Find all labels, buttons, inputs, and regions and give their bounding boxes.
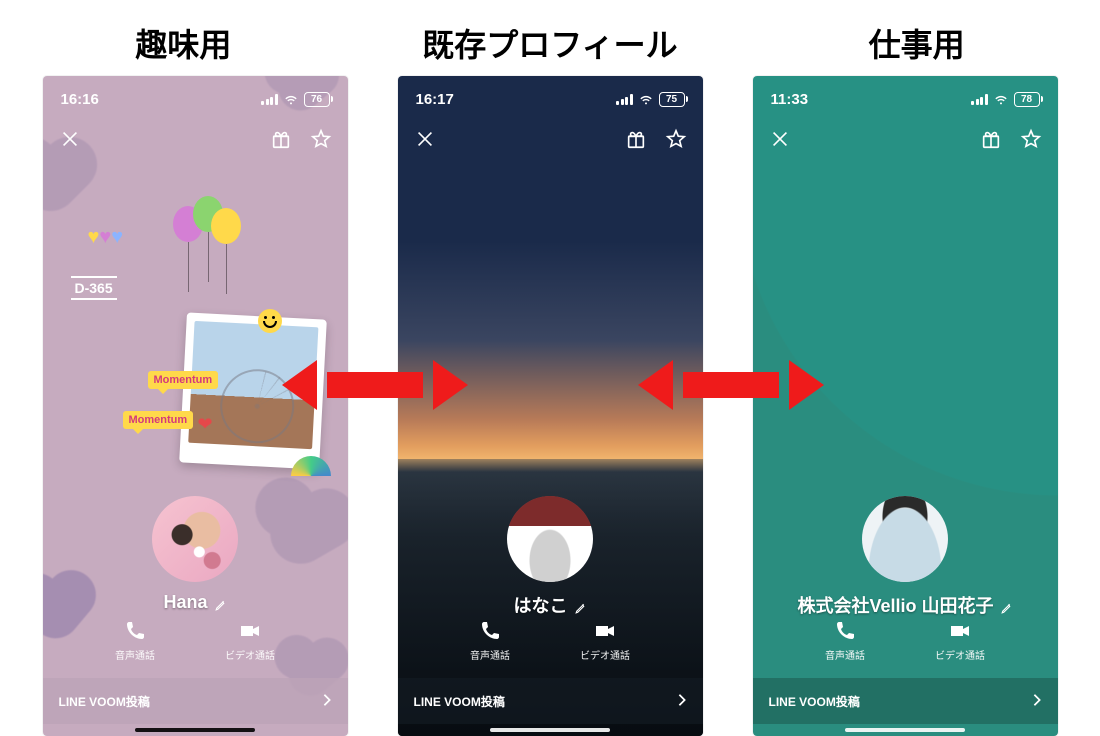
voom-bar[interactable]: LINE VOOM投稿: [398, 678, 703, 724]
chevron-right-icon: [322, 693, 332, 710]
video-icon: [238, 619, 262, 643]
swap-arrow-right-2: [724, 360, 814, 410]
phones-row: 16:16 76 ♥♥♥ D-365 Momentum Momentum ❤: [0, 76, 1100, 736]
top-icons: [43, 122, 348, 150]
video-call-button[interactable]: ビデオ通話: [580, 619, 630, 662]
chevron-right-icon: [677, 693, 687, 710]
wifi-icon: [638, 94, 654, 105]
momentum-sticker-2: Momentum: [123, 411, 194, 429]
gift-icon[interactable]: [270, 128, 292, 150]
smiley-sticker: [258, 309, 282, 333]
profile-block: はなこ: [398, 496, 703, 618]
voice-call-button[interactable]: 音声通話: [470, 619, 510, 662]
profile-name-row[interactable]: はなこ: [514, 592, 587, 618]
status-bar: 16:16 76: [43, 76, 348, 122]
video-call-label: ビデオ通話: [580, 647, 630, 662]
battery-icon: 75: [659, 92, 685, 107]
profile-name: 株式会社Vellio 山田花子: [797, 592, 993, 618]
chevron-right-icon: [1032, 693, 1042, 710]
home-indicator: [845, 728, 965, 732]
edit-name-icon[interactable]: [1000, 599, 1013, 612]
star-icon[interactable]: [310, 128, 332, 150]
profile-name: はなこ: [514, 592, 568, 618]
phone-icon: [478, 619, 502, 643]
signal-icon: [616, 94, 633, 105]
status-time: 11:33: [771, 91, 809, 108]
profile-block: 株式会社Vellio 山田花子: [753, 496, 1058, 618]
close-icon[interactable]: [414, 128, 436, 150]
voom-bar[interactable]: LINE VOOM投稿: [753, 678, 1058, 724]
voom-label: LINE VOOM投稿: [414, 693, 505, 710]
wifi-icon: [993, 94, 1009, 105]
video-call-button[interactable]: ビデオ通話: [935, 619, 985, 662]
profile-block: Hana: [43, 496, 348, 613]
header-work: 仕事用: [733, 20, 1099, 66]
gift-icon[interactable]: [980, 128, 1002, 150]
close-icon[interactable]: [59, 128, 81, 150]
status-time: 16:16: [61, 91, 99, 108]
avatar[interactable]: [507, 496, 593, 582]
header-existing: 既存プロフィール: [367, 20, 733, 66]
signal-icon: [971, 94, 988, 105]
top-icons: [398, 122, 703, 150]
momentum-sticker-1: Momentum: [148, 371, 219, 389]
edit-name-icon[interactable]: [214, 596, 227, 609]
voice-call-label: 音声通話: [470, 647, 510, 662]
star-icon[interactable]: [665, 128, 687, 150]
status-bar: 16:17 75: [398, 76, 703, 122]
voom-label: LINE VOOM投稿: [59, 693, 150, 710]
battery-icon: 78: [1014, 92, 1040, 107]
signal-icon: [261, 94, 278, 105]
video-call-label: ビデオ通話: [225, 647, 275, 662]
battery-icon: 76: [304, 92, 330, 107]
call-row: 音声通話 ビデオ通話: [753, 619, 1058, 662]
swap-arrow-right-1: [368, 360, 458, 410]
phone-icon: [833, 619, 857, 643]
wifi-icon: [283, 94, 299, 105]
avatar[interactable]: [152, 496, 238, 582]
video-call-label: ビデオ通話: [935, 647, 985, 662]
star-icon[interactable]: [1020, 128, 1042, 150]
edit-name-icon[interactable]: [574, 599, 587, 612]
gift-icon[interactable]: [625, 128, 647, 150]
voice-call-label: 音声通話: [825, 647, 865, 662]
video-icon: [593, 619, 617, 643]
home-indicator: [135, 728, 255, 732]
hearts-sticker: ♥♥♥: [88, 226, 124, 249]
top-icons: [753, 122, 1058, 150]
header-hobby: 趣味用: [0, 20, 366, 66]
call-row: 音声通話 ビデオ通話: [43, 619, 348, 662]
status-bar: 11:33 78: [753, 76, 1058, 122]
voom-label: LINE VOOM投稿: [769, 693, 860, 710]
profile-name-row[interactable]: Hana: [163, 592, 226, 613]
status-time: 16:17: [416, 91, 454, 108]
voice-call-button[interactable]: 音声通話: [115, 619, 155, 662]
close-icon[interactable]: [769, 128, 791, 150]
avatar[interactable]: [862, 496, 948, 582]
voom-bar[interactable]: LINE VOOM投稿: [43, 678, 348, 724]
voice-call-label: 音声通話: [115, 647, 155, 662]
home-indicator: [490, 728, 610, 732]
video-call-button[interactable]: ビデオ通話: [225, 619, 275, 662]
call-row: 音声通話 ビデオ通話: [398, 619, 703, 662]
header-row: 趣味用 既存プロフィール 仕事用: [0, 0, 1100, 76]
profile-name-row[interactable]: 株式会社Vellio 山田花子: [797, 592, 1012, 618]
d365-badge: D-365: [71, 276, 117, 300]
profile-name: Hana: [163, 592, 207, 613]
heart-red-sticker: ❤: [198, 414, 213, 435]
voice-call-button[interactable]: 音声通話: [825, 619, 865, 662]
video-icon: [948, 619, 972, 643]
phone-icon: [123, 619, 147, 643]
